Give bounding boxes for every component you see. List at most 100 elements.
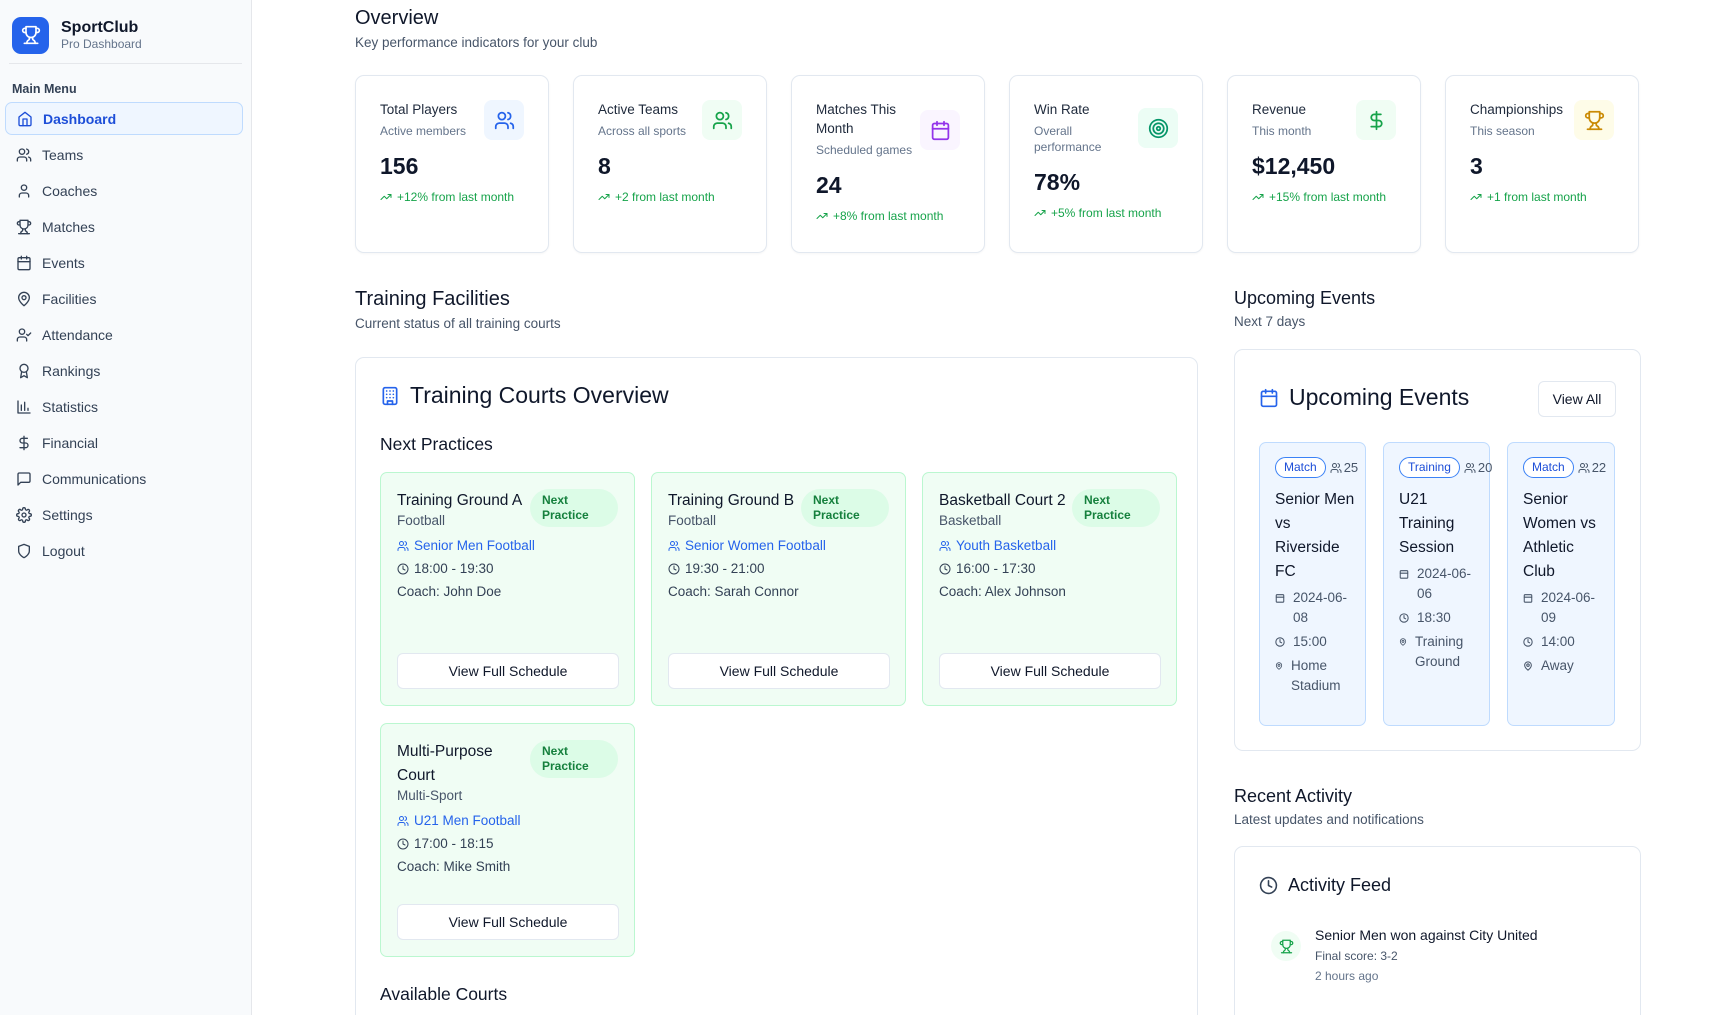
court-sport: Multi-Sport [397, 788, 463, 803]
court-card[interactable]: Training Ground B Next Practice Football… [651, 472, 906, 706]
clock-icon [1259, 876, 1278, 895]
sidebar-item-teams[interactable]: Teams [5, 138, 243, 171]
shield-icon [18, 543, 30, 558]
event-location-value: Away [1541, 658, 1574, 673]
map-pin-icon [1399, 638, 1407, 646]
court-time-label: 17:00 - 18:15 [414, 836, 494, 851]
overview-title: Overview [355, 7, 439, 29]
target-icon [1138, 108, 1178, 148]
stat-card-matches-this-month[interactable]: Matches This Month Scheduled games 24 +8… [791, 75, 985, 253]
stat-label: Championships [1470, 102, 1564, 117]
court-team[interactable]: U21 Men Football [397, 813, 618, 828]
court-card[interactable]: Basketball Court 2 Next Practice Basketb… [922, 472, 1177, 706]
event-date: 2024-06-08 [1275, 588, 1365, 628]
calendar-icon [1260, 388, 1278, 407]
stat-change-text: +5% from last month [1051, 206, 1162, 220]
stat-change-text: +2 from last month [615, 190, 715, 204]
court-team-label: Youth Basketball [956, 538, 1057, 553]
users-icon [702, 100, 742, 140]
sidebar-item-label: Statistics [42, 398, 99, 415]
event-type-badge: Training [1399, 457, 1460, 478]
event-card[interactable]: Training 20 U21 Training Session 2024-06… [1383, 442, 1492, 726]
court-coach: Coach: Mike Smith [397, 859, 511, 874]
stat-card-championships[interactable]: Championships This season 3 +1 from last… [1445, 75, 1639, 253]
sidebar-item-statistics[interactable]: Statistics [5, 390, 243, 423]
sidebar-item-financial[interactable]: Financial [5, 426, 243, 459]
view-full-schedule-button[interactable]: View Full Schedule [397, 904, 619, 940]
clock-icon [1275, 637, 1285, 647]
sidebar-item-label: Communications [42, 470, 147, 487]
court-time: 17:00 - 18:15 [397, 836, 618, 851]
sidebar-item-attendance[interactable]: Attendance [5, 318, 243, 351]
court-time: 19:30 - 21:00 [668, 561, 889, 576]
panel-title-text: Training Courts Overview [410, 382, 669, 408]
training-courts-panel: Training Courts Overview Next Practices … [355, 357, 1198, 1015]
court-time-label: 16:00 - 17:30 [956, 561, 1036, 576]
dollar-icon [1356, 100, 1396, 140]
stat-card-active-teams[interactable]: Active Teams Across all sports 8 +2 from… [573, 75, 767, 253]
sidebar-item-logout[interactable]: Logout [5, 534, 243, 567]
stat-card-total-players[interactable]: Total Players Active members 156 +12% fr… [355, 75, 549, 253]
sidebar-item-label: Financial [42, 434, 99, 451]
view-full-schedule-button[interactable]: View Full Schedule [668, 653, 890, 689]
court-name: Training Ground A [397, 492, 523, 509]
map-pin-icon [1275, 662, 1283, 670]
court-card[interactable]: Multi-Purpose Court Next Practice Multi-… [380, 723, 635, 957]
activity-title: Senior Men won against City United [1315, 927, 1538, 943]
event-type-badge: Match [1275, 457, 1326, 478]
sidebar-item-communications[interactable]: Communications [5, 462, 243, 495]
stat-change-text: +15% from last month [1269, 190, 1387, 204]
event-card[interactable]: Match 22 Senior Women vs Athletic Club 2… [1507, 442, 1615, 726]
event-date: 2024-06-06 [1399, 564, 1489, 604]
view-full-schedule-button[interactable]: View Full Schedule [939, 653, 1161, 689]
court-card[interactable]: Training Ground A Next Practice Football… [380, 472, 635, 706]
stat-label: Revenue [1252, 102, 1307, 117]
sidebar-item-dashboard[interactable]: Dashboard [5, 102, 243, 135]
sidebar-item-settings[interactable]: Settings [5, 498, 243, 531]
overview-subtitle: Key performance indicators for your club [355, 35, 598, 50]
stat-card-win-rate[interactable]: Win Rate Overall performance 78% +5% fro… [1009, 75, 1203, 253]
court-coach: Coach: Sarah Connor [668, 584, 799, 599]
event-name: U21 Training Session [1399, 491, 1455, 556]
sidebar-item-label: Facilities [42, 290, 97, 307]
event-location: Away [1523, 656, 1614, 676]
facilities-title: Training Facilities [355, 288, 510, 310]
court-name: Basketball Court 2 [939, 492, 1066, 509]
view-full-schedule-button[interactable]: View Full Schedule [397, 653, 619, 689]
available-courts-heading: Available Courts [380, 984, 508, 1004]
event-date-value: 2024-06-06 [1417, 566, 1472, 601]
trophy-icon [1271, 931, 1301, 961]
court-coach: Coach: John Doe [397, 584, 502, 599]
stat-card-revenue[interactable]: Revenue This month $12,450 +15% from las… [1227, 75, 1421, 253]
next-practices-heading: Next Practices [380, 434, 493, 454]
sidebar-item-facilities[interactable]: Facilities [5, 282, 243, 315]
activity-item[interactable]: Senior Men won against City United Final… [1271, 927, 1538, 983]
stat-change: +15% from last month [1252, 190, 1398, 204]
brand[interactable]: SportClub Pro Dashboard [0, 0, 251, 60]
sidebar-item-events[interactable]: Events [5, 246, 243, 279]
view-all-button[interactable]: View All [1538, 381, 1616, 417]
trophy-icon [1574, 100, 1614, 140]
clock-icon [397, 563, 409, 574]
court-coach: Coach: Alex Johnson [939, 584, 1066, 599]
stat-desc: This month [1252, 124, 1312, 138]
sidebar: SportClub Pro Dashboard Main Menu Dashbo… [0, 0, 252, 1015]
stat-change-text: +8% from last month [833, 209, 944, 223]
clock-icon [1399, 613, 1409, 623]
sidebar-item-coaches[interactable]: Coaches [5, 174, 243, 207]
court-team-label: Senior Women Football [685, 538, 826, 553]
stat-value: 3 [1470, 153, 1483, 179]
sidebar-item-matches[interactable]: Matches [5, 210, 243, 243]
court-team[interactable]: Youth Basketball [939, 538, 1160, 553]
message-icon [17, 471, 31, 486]
panel-title-text: Upcoming Events [1289, 384, 1470, 410]
court-team[interactable]: Senior Women Football [668, 538, 889, 553]
court-team[interactable]: Senior Men Football [397, 538, 618, 553]
activity-detail: Final score: 3-2 [1315, 949, 1398, 963]
event-card[interactable]: Match 25 Senior Men vs Riverside FC 2024… [1259, 442, 1366, 726]
home-icon [18, 111, 32, 126]
event-date-value: 2024-06-09 [1541, 590, 1596, 625]
stat-value: $12,450 [1252, 153, 1336, 179]
trending-up-icon [1470, 194, 1482, 200]
sidebar-item-rankings[interactable]: Rankings [5, 354, 243, 387]
